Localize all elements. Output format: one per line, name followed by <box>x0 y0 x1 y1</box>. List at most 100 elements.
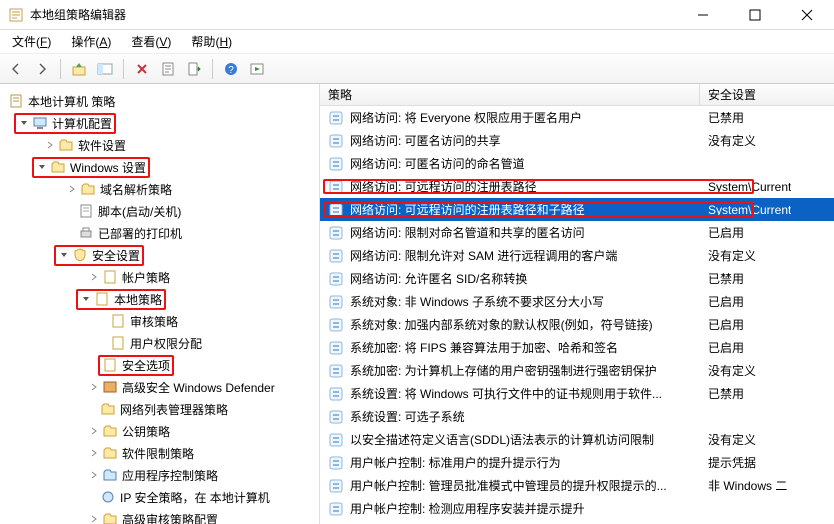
tree-local-policies[interactable]: 本地策略 <box>0 288 319 310</box>
run-button[interactable] <box>245 57 269 81</box>
chevron-right-icon[interactable] <box>88 271 100 283</box>
policy-name: 系统设置: 可选子系统 <box>350 408 465 425</box>
tree-computer-config[interactable]: 计算机配置 <box>0 112 319 134</box>
chevron-down-icon[interactable] <box>18 117 30 129</box>
list-row[interactable]: 用户帐户控制: 管理员批准模式中管理员的提升权限提示的...非 Windows … <box>320 474 834 497</box>
tree-software-restriction[interactable]: 软件限制策略 <box>0 442 319 464</box>
list-body: 网络访问: 将 Everyone 权限应用于匿名用户已禁用网络访问: 可匿名访问… <box>320 106 834 520</box>
list-row[interactable]: 网络访问: 可远程访问的注册表路径和子路径System\Current <box>320 198 834 221</box>
folder-icon <box>102 445 118 461</box>
tree-root[interactable]: 本地计算机 策略 <box>0 90 319 112</box>
menu-help[interactable]: 帮助(H) <box>185 31 238 52</box>
tree-user-rights[interactable]: 用户权限分配 <box>0 332 319 354</box>
tree-label: 脚本(启动/关机) <box>98 203 181 220</box>
list-row[interactable]: 网络访问: 允许匿名 SID/名称转换已禁用 <box>320 267 834 290</box>
tree-deployed-printers[interactable]: 已部署的打印机 <box>0 222 319 244</box>
close-button[interactable] <box>788 3 826 27</box>
chevron-right-icon[interactable] <box>88 469 100 481</box>
column-policy[interactable]: 策略 <box>320 84 700 105</box>
policy-name: 系统加密: 将 FIPS 兼容算法用于加密、哈希和签名 <box>350 339 618 356</box>
policy-item-icon <box>328 202 344 218</box>
tree-public-key[interactable]: 公钥策略 <box>0 420 319 442</box>
tree-network-list[interactable]: 网络列表管理器策略 <box>0 398 319 420</box>
show-hide-tree-button[interactable] <box>93 57 117 81</box>
list-row[interactable]: 网络访问: 将 Everyone 权限应用于匿名用户已禁用 <box>320 106 834 129</box>
list-row[interactable]: 系统设置: 将 Windows 可执行文件中的证书规则用于软件...已禁用 <box>320 382 834 405</box>
menu-view[interactable]: 查看(V) <box>125 31 177 52</box>
tree-security-settings[interactable]: 安全设置 <box>0 244 319 266</box>
list-row[interactable]: 系统加密: 为计算机上存储的用户密钥强制进行强密钥保护没有定义 <box>320 359 834 382</box>
tree-ipsec[interactable]: IP 安全策略，在 本地计算机 <box>0 486 319 508</box>
tree-label: 安全设置 <box>92 247 140 264</box>
chevron-right-icon[interactable] <box>66 183 78 195</box>
tree-label: 域名解析策略 <box>100 181 172 198</box>
list-row[interactable]: 网络访问: 可远程访问的注册表路径System\Current <box>320 175 834 198</box>
tree-defender[interactable]: 高级安全 Windows Defender <box>0 376 319 398</box>
chevron-right-icon[interactable] <box>88 425 100 437</box>
tree-label: 软件设置 <box>78 137 126 154</box>
chevron-right-icon[interactable] <box>88 381 100 393</box>
list-row[interactable]: 系统设置: 可选子系统 <box>320 405 834 428</box>
up-button[interactable] <box>67 57 91 81</box>
forward-button[interactable] <box>30 57 54 81</box>
back-button[interactable] <box>4 57 28 81</box>
maximize-button[interactable] <box>736 3 774 27</box>
policy-value: 已禁用 <box>708 385 744 402</box>
tree-scripts[interactable]: 脚本(启动/关机) <box>0 200 319 222</box>
tree-advanced-audit[interactable]: 高级审核策略配置 <box>0 508 319 524</box>
properties-button[interactable] <box>156 57 180 81</box>
policy-value: 已启用 <box>708 339 744 356</box>
tree-account-policies[interactable]: 帐户策略 <box>0 266 319 288</box>
chevron-down-icon[interactable] <box>80 293 92 305</box>
help-button[interactable]: ? <box>219 57 243 81</box>
tree-pane[interactable]: 本地计算机 策略 计算机配置 软件设置 Windows 设置 域名解析策 <box>0 84 320 524</box>
column-setting[interactable]: 安全设置 <box>700 84 834 105</box>
tree-app-control[interactable]: 应用程序控制策略 <box>0 464 319 486</box>
policy-value: 已启用 <box>708 316 744 333</box>
policy-value: 非 Windows 二 <box>708 477 787 494</box>
tree-label: IP 安全策略，在 本地计算机 <box>120 489 270 506</box>
list-row[interactable]: 网络访问: 可匿名访问的共享没有定义 <box>320 129 834 152</box>
chevron-down-icon[interactable] <box>58 249 70 261</box>
policy-item-icon <box>328 363 344 379</box>
tree-audit-policy[interactable]: 审核策略 <box>0 310 319 332</box>
policy-name: 系统加密: 为计算机上存储的用户密钥强制进行强密钥保护 <box>350 362 657 379</box>
tree-security-options[interactable]: 安全选项 <box>0 354 319 376</box>
policy-name: 系统对象: 加强内部系统对象的默认权限(例如，符号链接) <box>350 316 653 333</box>
list-row[interactable]: 网络访问: 限制允许对 SAM 进行远程调用的客户端没有定义 <box>320 244 834 267</box>
tree-label: 高级审核策略配置 <box>122 511 218 524</box>
tree-name-resolution[interactable]: 域名解析策略 <box>0 178 319 200</box>
tree-label: 网络列表管理器策略 <box>120 401 228 418</box>
policy-value: System\Current <box>708 180 791 194</box>
list-row[interactable]: 用户帐户控制: 检测应用程序安装并提示提升 <box>320 497 834 520</box>
policy-value: 已禁用 <box>708 109 744 126</box>
policy-value: 没有定义 <box>708 431 756 448</box>
policy-value: 已启用 <box>708 293 744 310</box>
menu-file[interactable]: 文件(F) <box>6 31 57 52</box>
tree-software-settings[interactable]: 软件设置 <box>0 134 319 156</box>
list-row[interactable]: 网络访问: 可匿名访问的命名管道 <box>320 152 834 175</box>
list-row[interactable]: 网络访问: 限制对命名管道和共享的匿名访问已启用 <box>320 221 834 244</box>
chevron-down-icon[interactable] <box>36 161 48 173</box>
policy-value: 提示凭据 <box>708 454 756 471</box>
delete-button[interactable] <box>130 57 154 81</box>
list-row[interactable]: 系统对象: 非 Windows 子系统不要求区分大小写已启用 <box>320 290 834 313</box>
policy-item-icon <box>328 179 344 195</box>
menu-action[interactable]: 操作(A) <box>65 31 117 52</box>
script-icon <box>78 203 94 219</box>
chevron-right-icon[interactable] <box>88 447 100 459</box>
tree-label: 用户权限分配 <box>130 335 202 352</box>
window-controls <box>684 3 826 27</box>
chevron-right-icon[interactable] <box>44 139 56 151</box>
policy-name: 网络访问: 限制允许对 SAM 进行远程调用的客户端 <box>350 247 617 264</box>
list-row[interactable]: 系统加密: 将 FIPS 兼容算法用于加密、哈希和签名 已启用 <box>320 336 834 359</box>
minimize-button[interactable] <box>684 3 722 27</box>
tree-windows-settings[interactable]: Windows 设置 <box>0 156 319 178</box>
titlebar: 本地组策略编辑器 <box>0 0 834 30</box>
list-row[interactable]: 系统对象: 加强内部系统对象的默认权限(例如，符号链接) 已启用 <box>320 313 834 336</box>
chevron-right-icon[interactable] <box>88 513 100 524</box>
policy-item-icon <box>328 271 344 287</box>
export-button[interactable] <box>182 57 206 81</box>
list-row[interactable]: 以安全描述符定义语言(SDDL)语法表示的计算机访问限制没有定义 <box>320 428 834 451</box>
list-row[interactable]: 用户帐户控制: 标准用户的提升提示行为提示凭据 <box>320 451 834 474</box>
